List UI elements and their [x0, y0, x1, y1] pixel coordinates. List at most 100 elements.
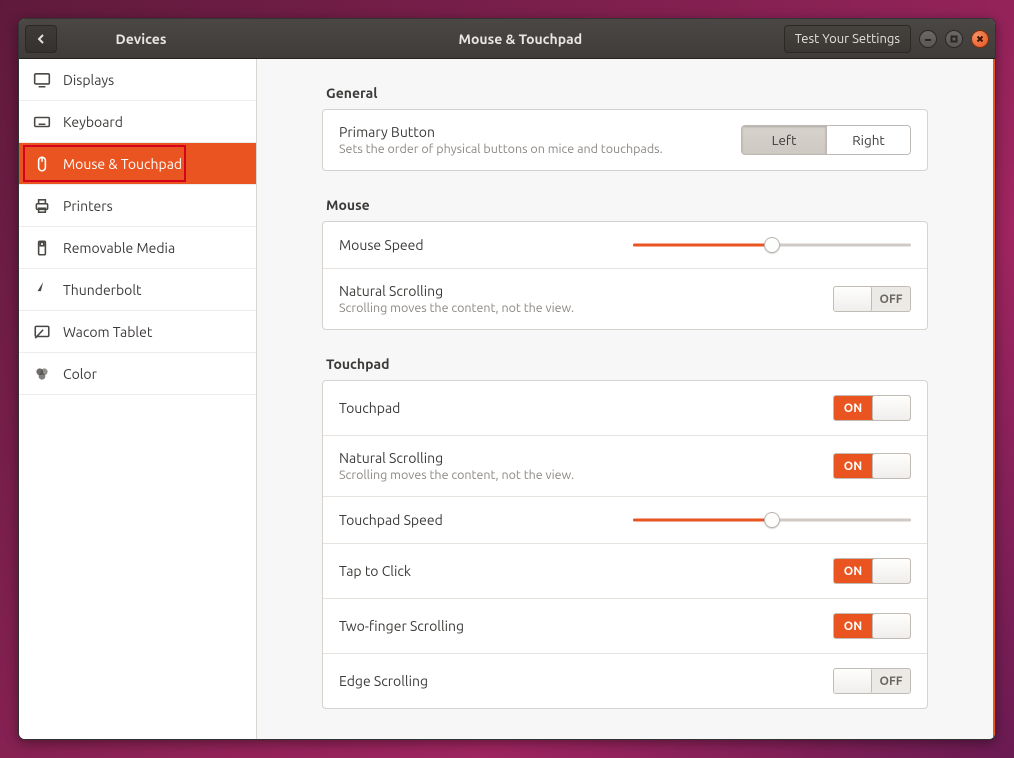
- slider-fill: [633, 519, 772, 522]
- switch-knob: [872, 559, 910, 583]
- row-mouse-speed: Mouse Speed: [323, 222, 927, 268]
- content-area: General Primary Button Sets the order of…: [257, 59, 995, 739]
- window-body: Displays Keyboard Mouse & Touchpad Printers…: [19, 59, 995, 739]
- panel-mouse: Mouse Speed Natural Scrolling Scrolling …: [322, 221, 928, 330]
- row-title: Edge Scrolling: [339, 673, 817, 689]
- row-text: Tap to Click: [339, 563, 817, 579]
- row-title: Natural Scrolling: [339, 450, 817, 466]
- removable-icon: [33, 239, 51, 257]
- slider-fill: [633, 244, 772, 247]
- sidebar-item-thunderbolt[interactable]: Thunderbolt: [19, 269, 256, 311]
- row-text: Mouse Speed: [339, 237, 617, 253]
- sidebar-item-label: Removable Media: [63, 240, 175, 256]
- row-title: Mouse Speed: [339, 237, 617, 253]
- two-finger-scrolling-switch[interactable]: ON OFF: [833, 613, 911, 639]
- switch-knob: [834, 669, 872, 693]
- primary-button-right[interactable]: Right: [826, 126, 910, 154]
- chevron-left-icon: [36, 34, 46, 44]
- sidebar-item-label: Wacom Tablet: [63, 324, 152, 340]
- row-touchpad-speed: Touchpad Speed: [323, 496, 927, 543]
- row-title: Primary Button: [339, 124, 725, 140]
- sidebar-item-keyboard[interactable]: Keyboard: [19, 101, 256, 143]
- row-text: Natural Scrolling Scrolling moves the co…: [339, 283, 817, 315]
- switch-knob: [872, 614, 910, 638]
- window-close-button[interactable]: [971, 30, 989, 48]
- row-text: Touchpad Speed: [339, 512, 617, 528]
- row-description: Sets the order of physical buttons on mi…: [339, 142, 725, 156]
- switch-on-label: ON: [834, 454, 872, 478]
- thunderbolt-icon: [33, 281, 51, 299]
- section-title-general: General: [326, 85, 928, 101]
- keyboard-icon: [33, 113, 51, 131]
- row-tap-to-click: Tap to Click ON OFF: [323, 543, 927, 598]
- sidebar-item-mouse-touchpad[interactable]: Mouse & Touchpad: [19, 143, 256, 185]
- minimize-icon: [924, 35, 932, 43]
- switch-on-label: ON: [834, 559, 872, 583]
- switch-off-label: OFF: [872, 287, 910, 311]
- sidebar-item-label: Displays: [63, 72, 114, 88]
- sidebar-item-printers[interactable]: Printers: [19, 185, 256, 227]
- sidebar: Displays Keyboard Mouse & Touchpad Printers…: [19, 59, 257, 739]
- primary-button-segmented: Left Right: [741, 125, 911, 155]
- page-title: Mouse & Touchpad: [257, 31, 784, 47]
- sidebar-item-label: Mouse & Touchpad: [63, 156, 182, 172]
- mouse-natural-scrolling-switch[interactable]: ON OFF: [833, 286, 911, 312]
- section-title-mouse: Mouse: [326, 197, 928, 213]
- sidebar-item-label: Thunderbolt: [63, 282, 142, 298]
- row-mouse-natural-scrolling: Natural Scrolling Scrolling moves the co…: [323, 268, 927, 329]
- back-button[interactable]: [25, 25, 57, 53]
- row-title: Tap to Click: [339, 563, 817, 579]
- mouse-icon: [33, 155, 51, 173]
- tap-to-click-switch[interactable]: ON OFF: [833, 558, 911, 584]
- titlebar-left: Devices: [19, 25, 257, 53]
- row-text: Natural Scrolling Scrolling moves the co…: [339, 450, 817, 482]
- row-primary-button: Primary Button Sets the order of physica…: [323, 110, 927, 170]
- touchpad-speed-slider[interactable]: [633, 511, 911, 529]
- sidebar-item-label: Printers: [63, 198, 113, 214]
- titlebar: Devices Mouse & Touchpad Test Your Setti…: [19, 19, 995, 59]
- row-text: Touchpad: [339, 400, 817, 416]
- row-touchpad-enabled: Touchpad ON OFF: [323, 381, 927, 435]
- sidebar-item-displays[interactable]: Displays: [19, 59, 256, 101]
- color-icon: [33, 365, 51, 383]
- row-two-finger-scrolling: Two-finger Scrolling ON OFF: [323, 598, 927, 653]
- slider-thumb: [764, 237, 780, 253]
- display-icon: [33, 71, 51, 89]
- sidebar-item-color[interactable]: Color: [19, 353, 256, 395]
- slider-thumb: [764, 512, 780, 528]
- sidebar-item-label: Keyboard: [63, 114, 123, 130]
- window-minimize-button[interactable]: [919, 30, 937, 48]
- switch-knob: [872, 396, 910, 420]
- sidebar-item-label: Color: [63, 366, 97, 382]
- row-title: Two-finger Scrolling: [339, 618, 817, 634]
- touchpad-enabled-switch[interactable]: ON OFF: [833, 395, 911, 421]
- sidebar-item-removable[interactable]: Removable Media: [19, 227, 256, 269]
- sidebar-item-wacom[interactable]: Wacom Tablet: [19, 311, 256, 353]
- titlebar-right: Test Your Settings: [784, 25, 995, 53]
- row-description: Scrolling moves the content, not the vie…: [339, 301, 817, 315]
- panel-general: Primary Button Sets the order of physica…: [322, 109, 928, 171]
- switch-knob: [872, 454, 910, 478]
- touchpad-natural-scrolling-switch[interactable]: ON OFF: [833, 453, 911, 479]
- section-title-touchpad: Touchpad: [326, 356, 928, 372]
- row-title: Touchpad Speed: [339, 512, 617, 528]
- edge-scrolling-switch[interactable]: ON OFF: [833, 668, 911, 694]
- row-description: Scrolling moves the content, not the vie…: [339, 468, 817, 482]
- switch-knob: [834, 287, 872, 311]
- primary-button-left[interactable]: Left: [742, 126, 826, 154]
- panel-touchpad: Touchpad ON OFF Natural Scrolling Scroll…: [322, 380, 928, 709]
- close-icon: [976, 35, 984, 43]
- printer-icon: [33, 197, 51, 215]
- row-title: Touchpad: [339, 400, 817, 416]
- maximize-icon: [950, 35, 958, 43]
- row-touchpad-natural-scrolling: Natural Scrolling Scrolling moves the co…: [323, 435, 927, 496]
- settings-window: Devices Mouse & Touchpad Test Your Setti…: [18, 18, 996, 740]
- test-settings-button[interactable]: Test Your Settings: [784, 25, 911, 53]
- mouse-speed-slider[interactable]: [633, 236, 911, 254]
- switch-off-label: OFF: [872, 669, 910, 693]
- window-maximize-button[interactable]: [945, 30, 963, 48]
- row-text: Two-finger Scrolling: [339, 618, 817, 634]
- tablet-icon: [33, 323, 51, 341]
- row-text: Edge Scrolling: [339, 673, 817, 689]
- row-title: Natural Scrolling: [339, 283, 817, 299]
